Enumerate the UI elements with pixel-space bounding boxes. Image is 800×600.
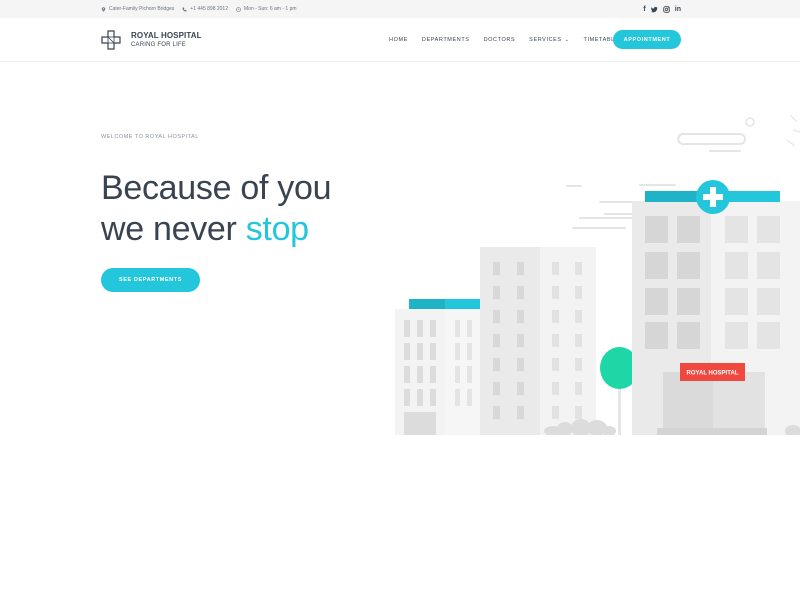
phone-text[interactable]: +1 445 898 2012 (190, 6, 228, 12)
building-middle (480, 247, 596, 435)
cross-logo-icon (101, 30, 121, 50)
logo-tagline: CARING FOR LIFE (131, 42, 187, 48)
address-item: Cater-Family Pichorn Bridges (101, 6, 174, 12)
see-departments-button[interactable]: SEE DEPARTMENTS (101, 268, 200, 292)
hero-title: Because of you we never stop (101, 168, 331, 250)
linkedin-icon[interactable]: in (675, 6, 681, 13)
main-nav: HOME DEPARTMENTS DOCTORS SERVICES ⌄ TIMET… (389, 18, 633, 62)
nav-services[interactable]: SERVICES ⌄ (529, 37, 569, 43)
site-logo[interactable]: ROYAL HOSPITAL CARING FOR LIFE (101, 30, 202, 50)
hero-title-accent: stop (245, 210, 309, 248)
main-header: ROYAL HOSPITAL CARING FOR LIFE HOME DEPA… (0, 18, 800, 62)
nav-home[interactable]: HOME (389, 37, 408, 43)
address-text: Cater-Family Pichorn Bridges (109, 6, 175, 12)
facebook-icon[interactable]: f (643, 6, 645, 13)
twitter-icon[interactable] (650, 6, 658, 13)
hero-title-line1: Because of you (101, 169, 332, 207)
logo-name: ROYAL HOSPITAL (131, 31, 202, 40)
instagram-icon[interactable] (663, 5, 670, 13)
medical-cross-icon (696, 180, 730, 214)
hospital-sign: ROYAL HOSPITAL (680, 363, 745, 381)
hero-tagline: WELCOME TO ROYAL HOSPITAL (101, 134, 199, 140)
appointment-button[interactable]: APPOINTMENT (613, 30, 681, 49)
hours-item: Mon - Sun: 6 am - 1 pm (236, 6, 297, 12)
hospital-sign-text: ROYAL HOSPITAL (687, 371, 739, 377)
top-info-bar: Cater-Family Pichorn Bridges +1 445 898 … (0, 0, 800, 18)
social-links: f in (643, 0, 681, 18)
nav-services-label: SERVICES (529, 37, 562, 43)
hero-title-line2-start: we never (101, 210, 246, 248)
phone-item[interactable]: +1 445 898 2012 (182, 6, 228, 12)
hospital-illustration: ROYAL HOSPITAL (395, 110, 800, 435)
hours-text: Mon - Sun: 6 am - 1 pm (244, 6, 297, 12)
contact-info: Cater-Family Pichorn Bridges +1 445 898 … (101, 0, 297, 18)
nav-departments[interactable]: DEPARTMENTS (422, 37, 470, 43)
hospital-building (632, 180, 800, 435)
location-pin-icon (101, 6, 106, 12)
building-left (395, 299, 480, 435)
clock-icon (236, 6, 241, 12)
nav-doctors[interactable]: DOCTORS (484, 37, 516, 43)
chevron-down-icon: ⌄ (564, 37, 570, 43)
phone-icon (182, 7, 187, 11)
